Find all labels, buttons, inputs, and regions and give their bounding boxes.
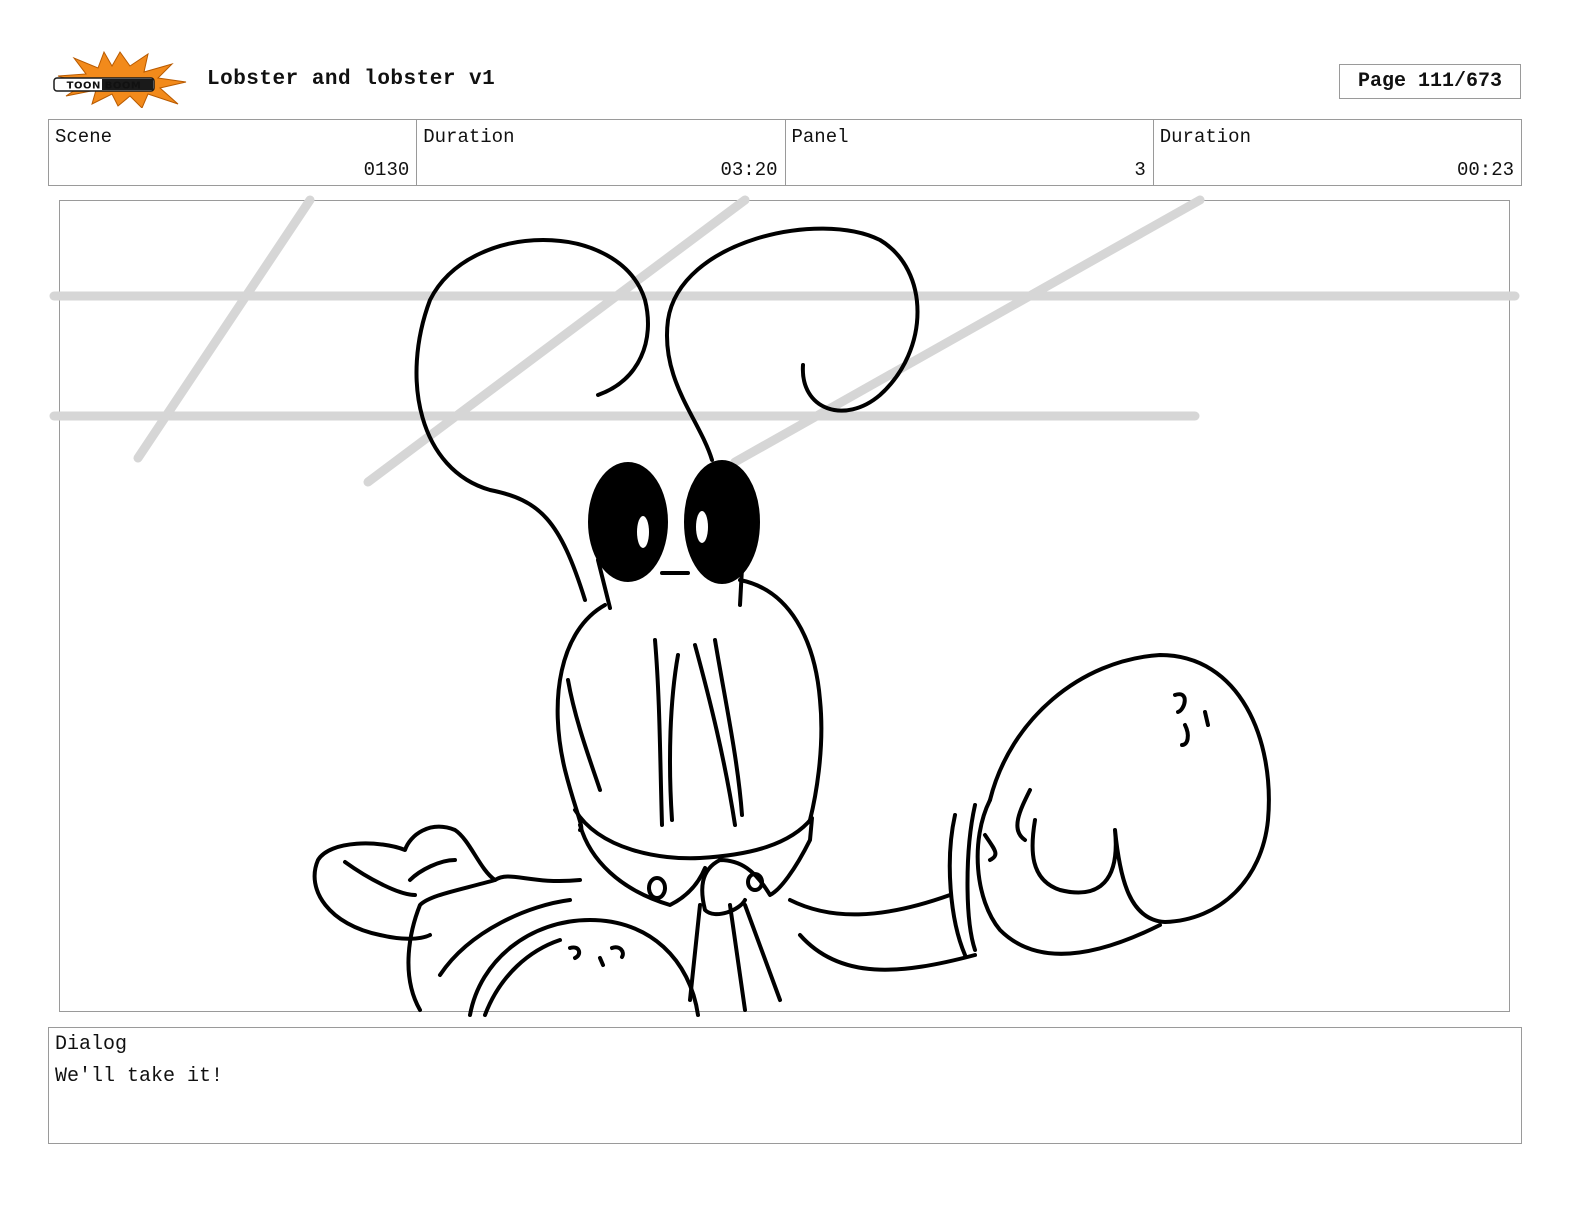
dialog-label: Dialog [55, 1033, 128, 1056]
page-indicator: Page 111/673 [1339, 64, 1521, 99]
panel-cell: Panel 3 [786, 120, 1154, 185]
scene-cell: Scene 0130 [49, 120, 418, 185]
toonboom-logo: TOON BOOM [53, 50, 187, 108]
storyboard-title: Lobster and lobster v1 [207, 68, 496, 91]
scene-duration-cell: Duration 03:20 [417, 120, 786, 185]
panel-value: 3 [1134, 159, 1146, 181]
panel-duration-label: Duration [1159, 126, 1251, 148]
storyboard-panel-frame [59, 200, 1510, 1012]
panel-duration-cell: Duration 00:23 [1154, 120, 1521, 185]
scene-label: Scene [55, 126, 113, 148]
scene-duration-label: Duration [423, 126, 515, 148]
scene-duration-value: 03:20 [720, 159, 778, 181]
scene-info-table: Scene 0130 Duration 03:20 Panel 3 Durati… [48, 119, 1522, 186]
panel-duration-value: 00:23 [1456, 159, 1514, 181]
logo-text: TOON BOOM [67, 81, 142, 92]
dialog-text: We'll take it! [55, 1065, 224, 1088]
scene-value: 0130 [363, 159, 410, 181]
dialog-box: Dialog We'll take it! [48, 1027, 1522, 1144]
panel-label: Panel [791, 126, 849, 148]
